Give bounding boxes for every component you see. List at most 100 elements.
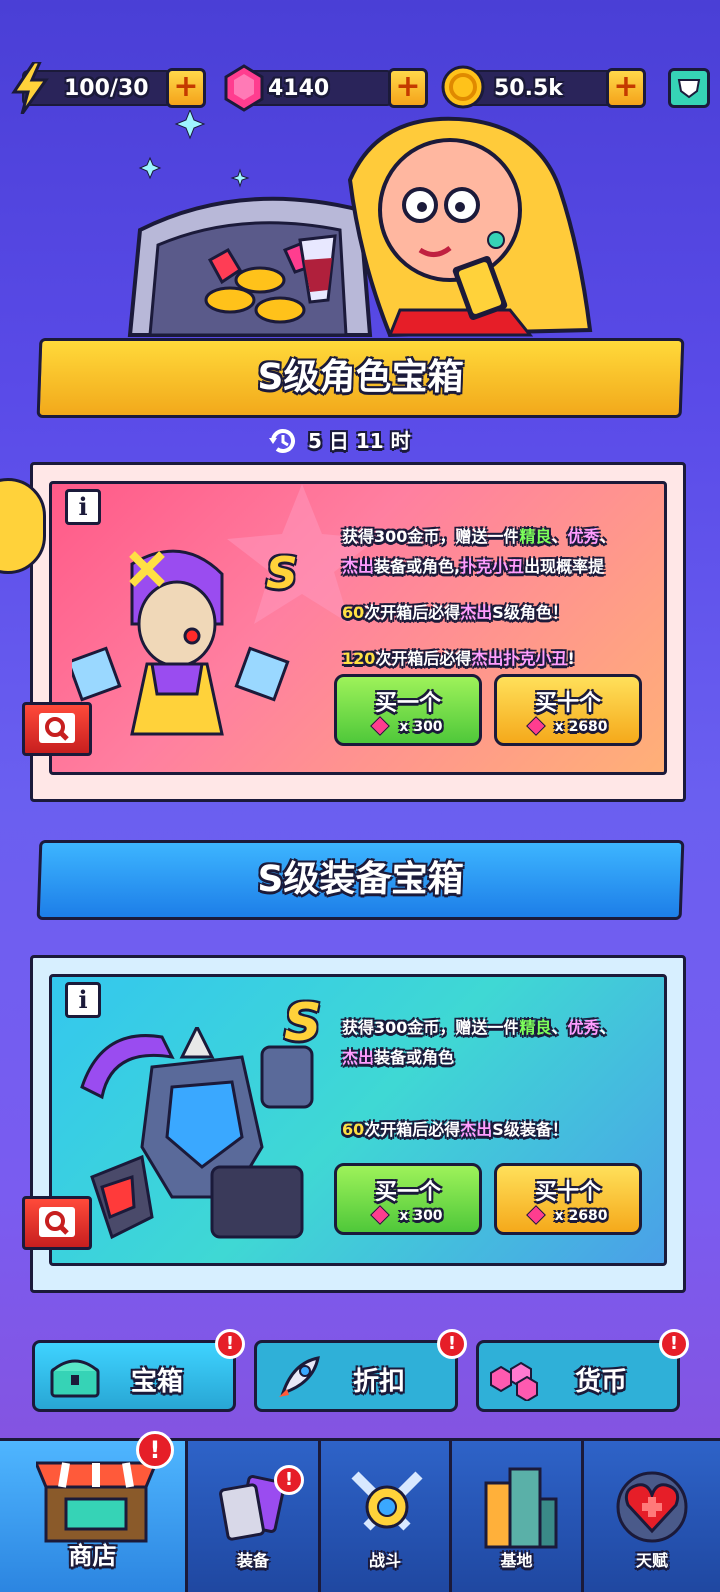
gem-icon: [370, 716, 391, 736]
chest-info-button[interactable]: i: [65, 489, 101, 525]
buy-one-price: x 300: [399, 719, 443, 735]
buy-one-label: 买一个: [374, 1180, 441, 1205]
buy-one-character-button[interactable]: 买一个 x 300: [334, 674, 482, 746]
desc-excellent: 优秀: [567, 1018, 600, 1037]
history-clock-icon: [269, 429, 295, 453]
energy-counter: 100/30: [11, 60, 172, 115]
buy-ten-equipment-button[interactable]: 买十个 x 2680: [494, 1163, 642, 1235]
nav-battle[interactable]: 战斗: [321, 1441, 452, 1592]
guarantee-count: 60: [342, 1120, 365, 1139]
desc-sep: 、: [599, 1018, 616, 1037]
nav-shop[interactable]: 商店 !: [0, 1431, 188, 1592]
guarantee-epic: 杰出: [460, 603, 493, 622]
magnifier-icon: [39, 713, 75, 743]
nav-label: 商店: [68, 1542, 117, 1570]
desc-text: 获得300金币，赠送一件: [342, 1018, 520, 1037]
shield-icon: [677, 79, 701, 99]
add-gems-button[interactable]: +: [388, 68, 428, 108]
equipment-chest-description: 获得300金币，赠送一件精良、优秀、 杰出装备或角色 60次开箱后必得杰出S级装…: [342, 1013, 664, 1145]
nav-talent[interactable]: 天赋: [584, 1441, 720, 1592]
desc-sep: 、: [551, 527, 568, 546]
buy-ten-price: x 2680: [554, 719, 608, 735]
character-chest-description: 获得300金币，赠送一件精良、优秀、 杰出装备或角色,扑克小丑出现概率提 60次…: [342, 522, 664, 674]
gem-counter: 4140: [224, 64, 393, 112]
desc-epic: 杰出: [342, 1048, 375, 1067]
character-chest-card: S 获得300金币，赠送一件精良、优秀、 杰出装备或角色,扑克小丑出现概率提 6…: [30, 462, 686, 802]
tab-label: 宝箱: [131, 1367, 184, 1397]
gem-icon: [525, 716, 546, 736]
desc-sep: 、: [599, 527, 616, 546]
equipment-chest-title: S级装备宝箱: [36, 840, 685, 920]
desc-good: 精良: [519, 527, 552, 546]
s-grade-emblem: S: [284, 993, 322, 1053]
lightning-icon: [10, 60, 50, 118]
rocket-icon: [279, 1356, 320, 1397]
desc-text: 出现概率提: [524, 557, 605, 576]
notification-badge: !: [136, 1431, 174, 1469]
shield-button[interactable]: [668, 68, 710, 108]
nav-label: 基地: [500, 1551, 533, 1570]
guarantee-epic: 杰出: [460, 1120, 493, 1139]
character-preview-button[interactable]: [22, 702, 92, 756]
add-coins-button[interactable]: +: [606, 68, 646, 108]
chest-info-button[interactable]: i: [65, 982, 101, 1018]
gem-icon: [525, 1205, 546, 1225]
add-energy-button[interactable]: +: [166, 68, 206, 108]
coin-icon: [440, 64, 486, 114]
guarantee-text: 次开箱后必得: [364, 1120, 461, 1139]
nav-base[interactable]: 基地: [452, 1441, 584, 1592]
s-grade-emblem: S: [266, 548, 298, 599]
desc-text: 装备或角色,: [374, 557, 461, 576]
notification-badge: !: [274, 1465, 304, 1495]
coin-counter: 50.5k: [441, 65, 613, 109]
gem-value: 4140: [268, 76, 330, 101]
buy-ten-label: 买十个: [534, 691, 601, 716]
nav-label: 装备: [236, 1551, 269, 1570]
gems-pile-icon: [490, 1361, 538, 1401]
chest-icon: [50, 1359, 100, 1398]
desc-text: 获得300金币，赠送一件: [342, 527, 520, 546]
desc-clown: 扑克小丑: [460, 557, 525, 576]
poker-clown-character: [72, 549, 290, 736]
notification-badge: !: [215, 1329, 245, 1359]
nav-label: 战斗: [368, 1551, 401, 1570]
tab-discounts[interactable]: 折扣 !: [254, 1329, 467, 1412]
gem-icon: [222, 64, 266, 116]
bottom-navigation: 商店 ! 装备 ! 战斗 基地 天赋: [0, 1431, 720, 1592]
tab-label: 货币: [575, 1367, 628, 1397]
nav-equipment[interactable]: 装备 !: [188, 1441, 321, 1592]
vip-character-illustration: [110, 108, 630, 340]
equipment-set-illustration: [80, 1027, 314, 1240]
buy-one-price: x 300: [399, 1208, 443, 1224]
magnifier-icon: [39, 1207, 75, 1237]
nav-label: 天赋: [635, 1551, 668, 1570]
desc-text: 装备或角色: [374, 1048, 455, 1067]
character-chest-title: S级角色宝箱: [36, 338, 685, 418]
equipment-chest-card: S 获得300金币，赠送一件精良、优秀、 杰出装备或角色 60次开箱后必得杰出S…: [30, 955, 686, 1293]
buy-ten-character-button[interactable]: 买十个 x 2680: [494, 674, 642, 746]
equipment-preview-button[interactable]: [22, 1196, 92, 1250]
coin-value: 50.5k: [494, 76, 563, 101]
notification-badge: !: [437, 1329, 467, 1359]
guarantee-count: 60: [342, 603, 365, 622]
desc-good: 精良: [519, 1018, 552, 1037]
buy-one-label: 买一个: [374, 691, 441, 716]
buy-one-equipment-button[interactable]: 买一个 x 300: [334, 1163, 482, 1235]
desc-sep: 、: [551, 1018, 568, 1037]
desc-excellent: 优秀: [567, 527, 600, 546]
guarantee-text: 次开箱后必得: [375, 649, 472, 668]
gem-icon: [370, 1205, 391, 1225]
chest-timer: 5 日 11 时: [268, 425, 411, 456]
guarantee-text: S级装备！: [492, 1120, 568, 1139]
tab-label: 折扣: [353, 1367, 406, 1397]
character-chest-panel: S 获得300金币，赠送一件精良、优秀、 杰出装备或角色,扑克小丑出现概率提 6…: [49, 481, 667, 775]
buy-ten-price: x 2680: [554, 1208, 608, 1224]
guarantee-text: S级角色！: [492, 603, 568, 622]
crossed-swords-icon: [351, 1471, 423, 1531]
building-icon: [484, 1467, 558, 1549]
tab-currency[interactable]: 货币 !: [476, 1329, 689, 1412]
tab-chests[interactable]: 宝箱 !: [32, 1329, 245, 1412]
desc-epic: 杰出: [342, 557, 375, 576]
buy-ten-label: 买十个: [534, 1180, 601, 1205]
energy-value: 100/30: [64, 76, 149, 101]
